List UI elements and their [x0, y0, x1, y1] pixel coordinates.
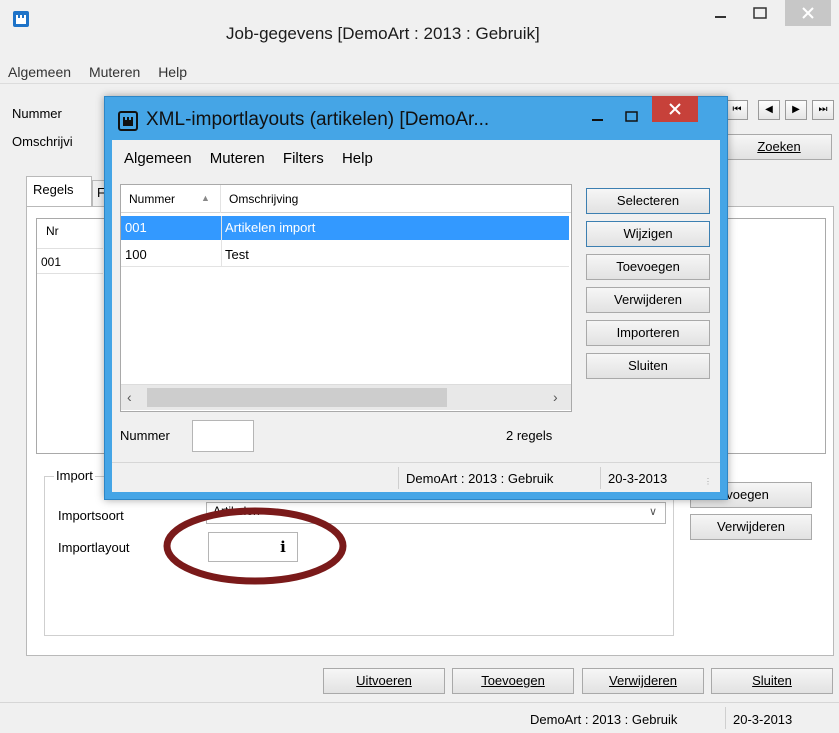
importsoort-label: Importsoort [58, 508, 124, 523]
last-record-button[interactable]: ⏭ [812, 100, 834, 120]
uitvoeren-button[interactable]: Uitvoeren [323, 668, 445, 694]
first-record-button[interactable]: ⏮ [726, 100, 748, 120]
dialog-status-divider-left [398, 467, 399, 489]
status-company: DemoArt : 2013 : Gebruik [530, 712, 678, 727]
annotation-ellipse [163, 507, 347, 585]
dialog-nummer-input[interactable] [192, 420, 254, 452]
resize-grip-icon[interactable]: ⋮ [704, 477, 712, 486]
chevron-down-icon: ∨ [648, 506, 657, 518]
main-title-bar[interactable]: Job-gegevens [DemoArt : 2013 : Gebruik] [0, 0, 839, 58]
dialog-status-divider [600, 467, 601, 489]
dialog-status-date: 20-3-2013 [608, 471, 668, 486]
main-menu-bar: Algemeen Muteren Help [0, 58, 839, 84]
toevoegen-button[interactable]: Toevoegen [452, 668, 574, 694]
status-divider [725, 707, 726, 729]
minimize-icon[interactable] [705, 2, 735, 32]
dialog-sluiten-button[interactable]: Sluiten [586, 353, 710, 379]
dialog-verwijderen-button[interactable]: Verwijderen [586, 287, 710, 313]
dialog-menu-help[interactable]: Help [342, 150, 373, 167]
nummer-label: Nummer [12, 106, 62, 121]
selecteren-button[interactable]: Selecteren [586, 188, 710, 214]
dialog-title: XML-importlayouts (artikelen) [DemoAr... [146, 109, 490, 130]
dialog-nummer-label: Nummer [120, 428, 170, 443]
regels-table-header-nr: Nr [46, 224, 59, 238]
record-count: 2 regels [506, 428, 553, 443]
wijzigen-button[interactable]: Wijzigen [586, 221, 710, 247]
dialog-status-bar: DemoArt : 2013 : Gebruik 20-3-2013 ⋮ [112, 462, 720, 492]
scroll-right-icon[interactable]: › [553, 389, 558, 405]
dialog-app-icon [118, 111, 138, 131]
tab-regels[interactable]: Regels [26, 176, 92, 206]
dialog-minimize-icon[interactable] [584, 102, 610, 128]
omschrijving-label: Omschrijvi [12, 134, 73, 149]
verwijderen-side-button[interactable]: Verwijderen [690, 514, 812, 540]
maximize-icon[interactable] [745, 2, 775, 32]
sort-ascending-icon: ▲ [201, 193, 210, 203]
next-record-button[interactable]: ▶ [785, 100, 807, 120]
column-nummer[interactable]: Nummer ▲ [121, 185, 221, 213]
dialog-menu-muteren[interactable]: Muteren [210, 150, 265, 167]
table-row[interactable]: 001 [37, 248, 103, 274]
import-group-label: Import [54, 468, 95, 483]
menu-help[interactable]: Help [158, 64, 187, 80]
previous-record-button[interactable]: ◀ [758, 100, 780, 120]
list-item[interactable]: 100 Test [121, 242, 569, 267]
import-groupbox [44, 476, 674, 636]
layouts-list-header: Nummer ▲ Omschrijving [121, 185, 571, 213]
dialog-maximize-icon[interactable] [618, 102, 644, 128]
scrollbar-thumb[interactable] [147, 388, 447, 407]
column-omschrijving[interactable]: Omschrijving [221, 185, 571, 213]
main-status-bar: DemoArt : 2013 : Gebruik 20-3-2013 [0, 702, 839, 733]
menu-muteren[interactable]: Muteren [89, 64, 140, 80]
list-item[interactable]: 001 Artikelen import [121, 216, 569, 240]
dialog-toevoegen-button[interactable]: Toevoegen [586, 254, 710, 280]
dialog-menu-algemeen[interactable]: Algemeen [124, 150, 192, 167]
sluiten-button[interactable]: Sluiten [711, 668, 833, 694]
dialog-menu-filters[interactable]: Filters [283, 150, 324, 167]
dialog-title-bar[interactable]: XML-importlayouts (artikelen) [DemoAr... [104, 96, 728, 140]
app-icon [12, 10, 30, 28]
menu-algemeen[interactable]: Algemeen [8, 64, 71, 80]
column-divider [221, 216, 222, 267]
horizontal-scrollbar[interactable]: ‹ › [121, 384, 571, 410]
zoeken-button[interactable]: Zoeken [726, 134, 832, 160]
scroll-left-icon[interactable]: ‹ [127, 389, 132, 405]
main-window-title: Job-gegevens [DemoArt : 2013 : Gebruik] [226, 24, 540, 43]
dialog-status-company: DemoArt : 2013 : Gebruik [406, 471, 554, 486]
dialog-close-icon[interactable] [652, 96, 698, 122]
verwijderen-button[interactable]: Verwijderen [582, 668, 704, 694]
importeren-button[interactable]: Importeren [586, 320, 710, 346]
dialog-menu-bar: Algemeen Muteren Filters Help [112, 144, 720, 172]
importlayout-label: Importlayout [58, 540, 130, 555]
close-icon[interactable] [785, 0, 831, 26]
status-date: 20-3-2013 [733, 712, 793, 727]
